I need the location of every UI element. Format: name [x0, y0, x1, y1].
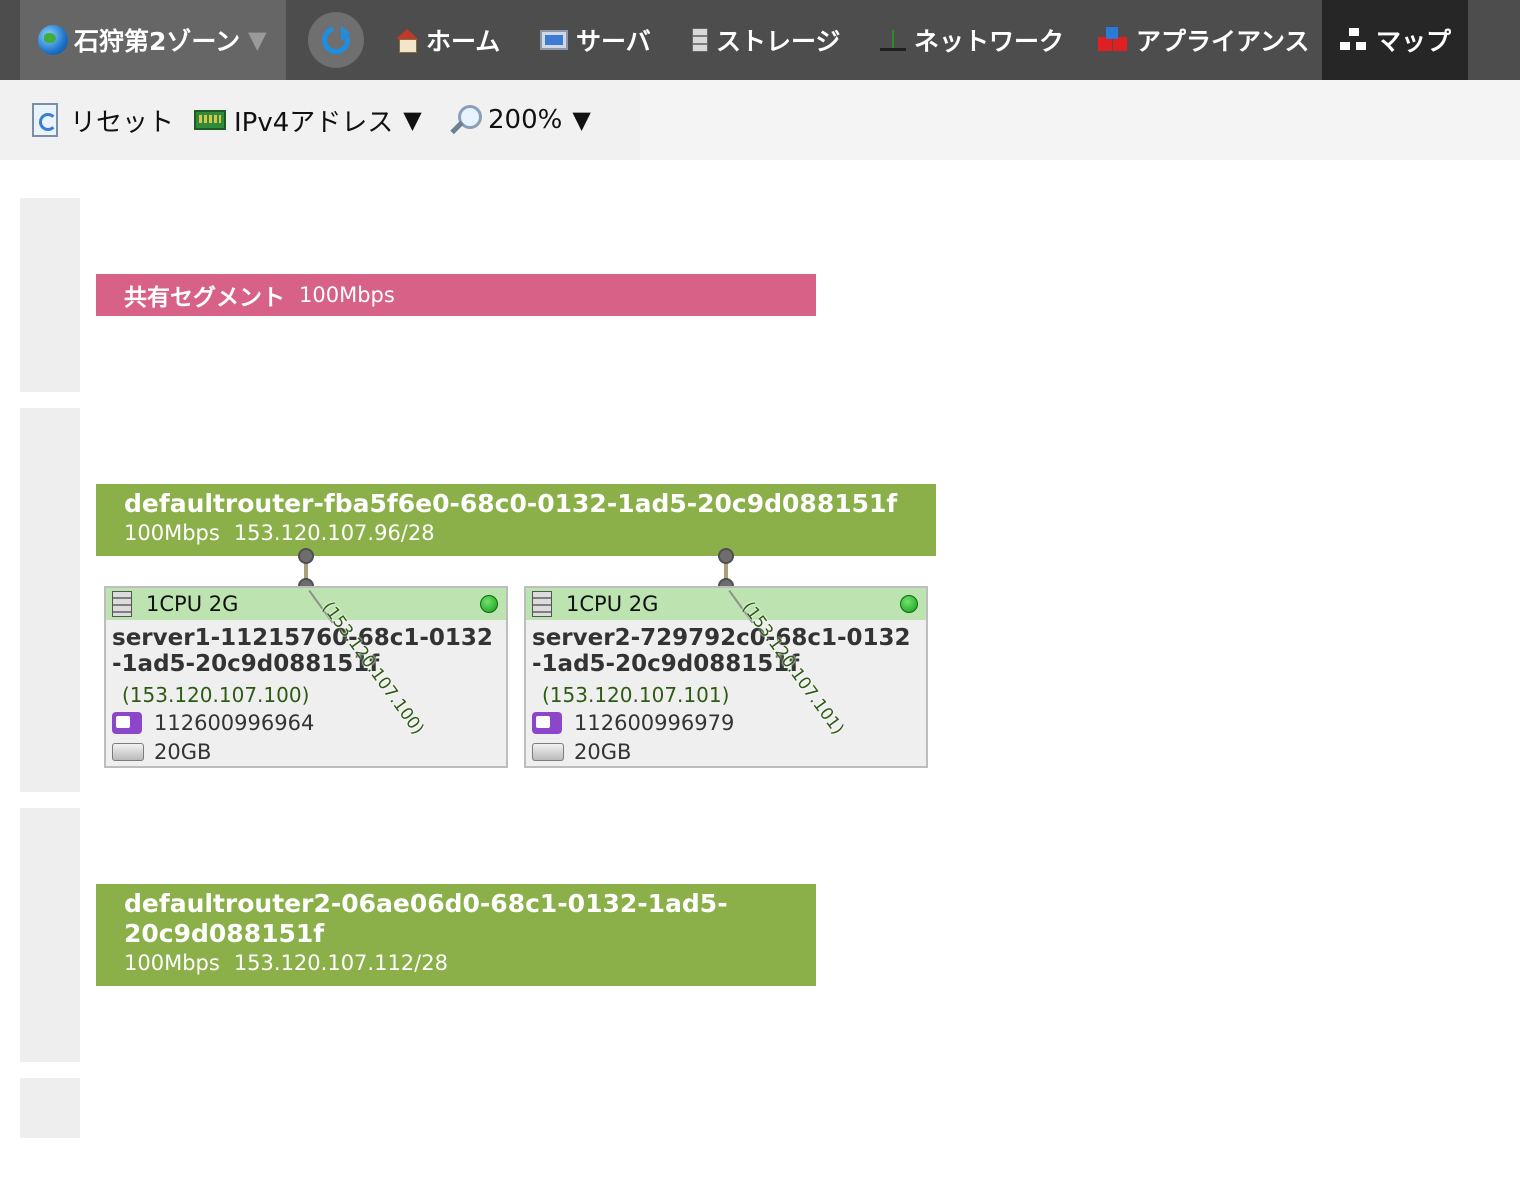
reset-icon [32, 103, 58, 137]
server-disk-row: 20GB [526, 739, 926, 765]
server-spec-bar: 1CPU 2G [106, 588, 506, 620]
zoom-label: 200% [488, 105, 563, 135]
refresh-icon [316, 20, 356, 60]
chevron-down-icon: ▼ [403, 106, 422, 134]
segment-name: 共有セグメント [124, 285, 285, 311]
shared-segment[interactable]: 共有セグメント 100Mbps [96, 274, 816, 316]
storage-icon [692, 28, 708, 52]
nav-storage[interactable]: ストレージ [692, 0, 841, 80]
nav-appliance-label: アプライアンス [1136, 27, 1310, 56]
nav-network-label: ネットワーク [914, 27, 1065, 56]
nav-map-label: マップ [1376, 27, 1452, 56]
server-disk: 20GB [154, 740, 212, 764]
server-id-row: 112600996979 [526, 710, 926, 736]
server-id: 112600996979 [574, 711, 735, 735]
server-spec: 1CPU 2G [566, 592, 659, 616]
nav-server[interactable]: サーバ [540, 0, 651, 80]
nav-server-label: サーバ [576, 27, 651, 56]
router-name: defaultrouter-fba5f6e0-68c0-0132-1ad5-20… [124, 489, 898, 518]
router-meta: 100Mbps 153.120.107.112/28 [124, 949, 816, 977]
nav-home[interactable]: ホーム [396, 0, 500, 80]
zoom-dropdown[interactable]: 200% ▼ [450, 98, 591, 142]
map-lane [20, 1078, 80, 1138]
map-toolbar: リセット IPv4アドレス ▼ 200% ▼ [0, 80, 1520, 160]
server-icon [540, 30, 568, 50]
disk-icon [112, 743, 144, 761]
map-lane [20, 198, 80, 392]
router-subnet: 153.120.107.96/28 [233, 521, 435, 545]
id-icon [112, 712, 142, 734]
appliance-icon [1098, 27, 1128, 53]
reset-button[interactable]: リセット [32, 98, 174, 142]
network-card-icon [194, 110, 226, 130]
reset-label: リセット [70, 107, 175, 138]
nav-network[interactable]: ネットワーク [880, 0, 1064, 80]
nav-home-label: ホーム [426, 27, 501, 56]
map-lane [20, 408, 80, 792]
nav-appliance[interactable]: アプライアンス [1098, 0, 1310, 80]
server-disk-row: 20GB [106, 739, 506, 765]
zone-selector[interactable]: 石狩第2ゾーン ▼ [20, 0, 286, 80]
map-icon [1340, 28, 1368, 52]
server-disk: 20GB [574, 740, 632, 764]
connector-node[interactable] [718, 548, 734, 564]
connector-node[interactable] [298, 548, 314, 564]
server-spec: 1CPU 2G [146, 592, 239, 616]
status-running-icon [480, 595, 498, 613]
server-id-row: 112600996964 [106, 710, 506, 736]
server-icon [532, 591, 552, 617]
router-bandwidth: 100Mbps [124, 951, 220, 975]
server-name: server2-729792c0-68c1-0132-1ad5-20c9d088… [532, 625, 911, 677]
disk-icon [532, 743, 564, 761]
magnifier-icon [450, 105, 482, 135]
map-lane [20, 808, 80, 1062]
home-icon [396, 29, 418, 53]
chevron-down-icon: ▼ [248, 26, 267, 54]
top-navigation: 石狩第2ゾーン ▼ ホーム サーバ ストレージ ネットワーク アプライアンス マ… [0, 0, 1520, 80]
router-meta: 100Mbps 153.120.107.96/28 [124, 519, 936, 547]
router-bandwidth: 100Mbps [124, 521, 220, 545]
server-name: server1-11215760-68c1-0132-1ad5-20c9d088… [112, 625, 493, 677]
segment-bandwidth: 100Mbps [299, 283, 395, 307]
router-name: defaultrouter2-06ae06d0-68c1-0132-1ad5-2… [124, 889, 728, 948]
router-switch[interactable]: defaultrouter2-06ae06d0-68c1-0132-1ad5-2… [96, 884, 816, 986]
chevron-down-icon: ▼ [572, 106, 591, 134]
nav-storage-label: ストレージ [716, 27, 841, 56]
network-icon [880, 28, 906, 52]
server-spec-bar: 1CPU 2G [526, 588, 926, 620]
refresh-button[interactable] [308, 12, 364, 68]
id-icon [532, 712, 562, 734]
address-mode-dropdown[interactable]: IPv4アドレス ▼ [194, 98, 422, 142]
zone-name: 石狩第2ゾーン [74, 27, 241, 56]
server-icon [112, 591, 132, 617]
server-id: 112600996964 [154, 711, 315, 735]
server-ip: (153.120.107.101) [542, 683, 730, 707]
address-mode-label: IPv4アドレス [234, 107, 394, 138]
router-switch[interactable]: defaultrouter-fba5f6e0-68c0-0132-1ad5-20… [96, 484, 936, 556]
server-card[interactable]: 1CPU 2G server1-11215760-68c1-0132-1ad5-… [104, 586, 508, 768]
globe-icon [38, 25, 68, 55]
server-ip: (153.120.107.100) [122, 683, 310, 707]
nav-map[interactable]: マップ [1322, 0, 1468, 80]
router-subnet: 153.120.107.112/28 [233, 951, 448, 975]
server-card[interactable]: 1CPU 2G server2-729792c0-68c1-0132-1ad5-… [524, 586, 928, 768]
status-running-icon [900, 595, 918, 613]
